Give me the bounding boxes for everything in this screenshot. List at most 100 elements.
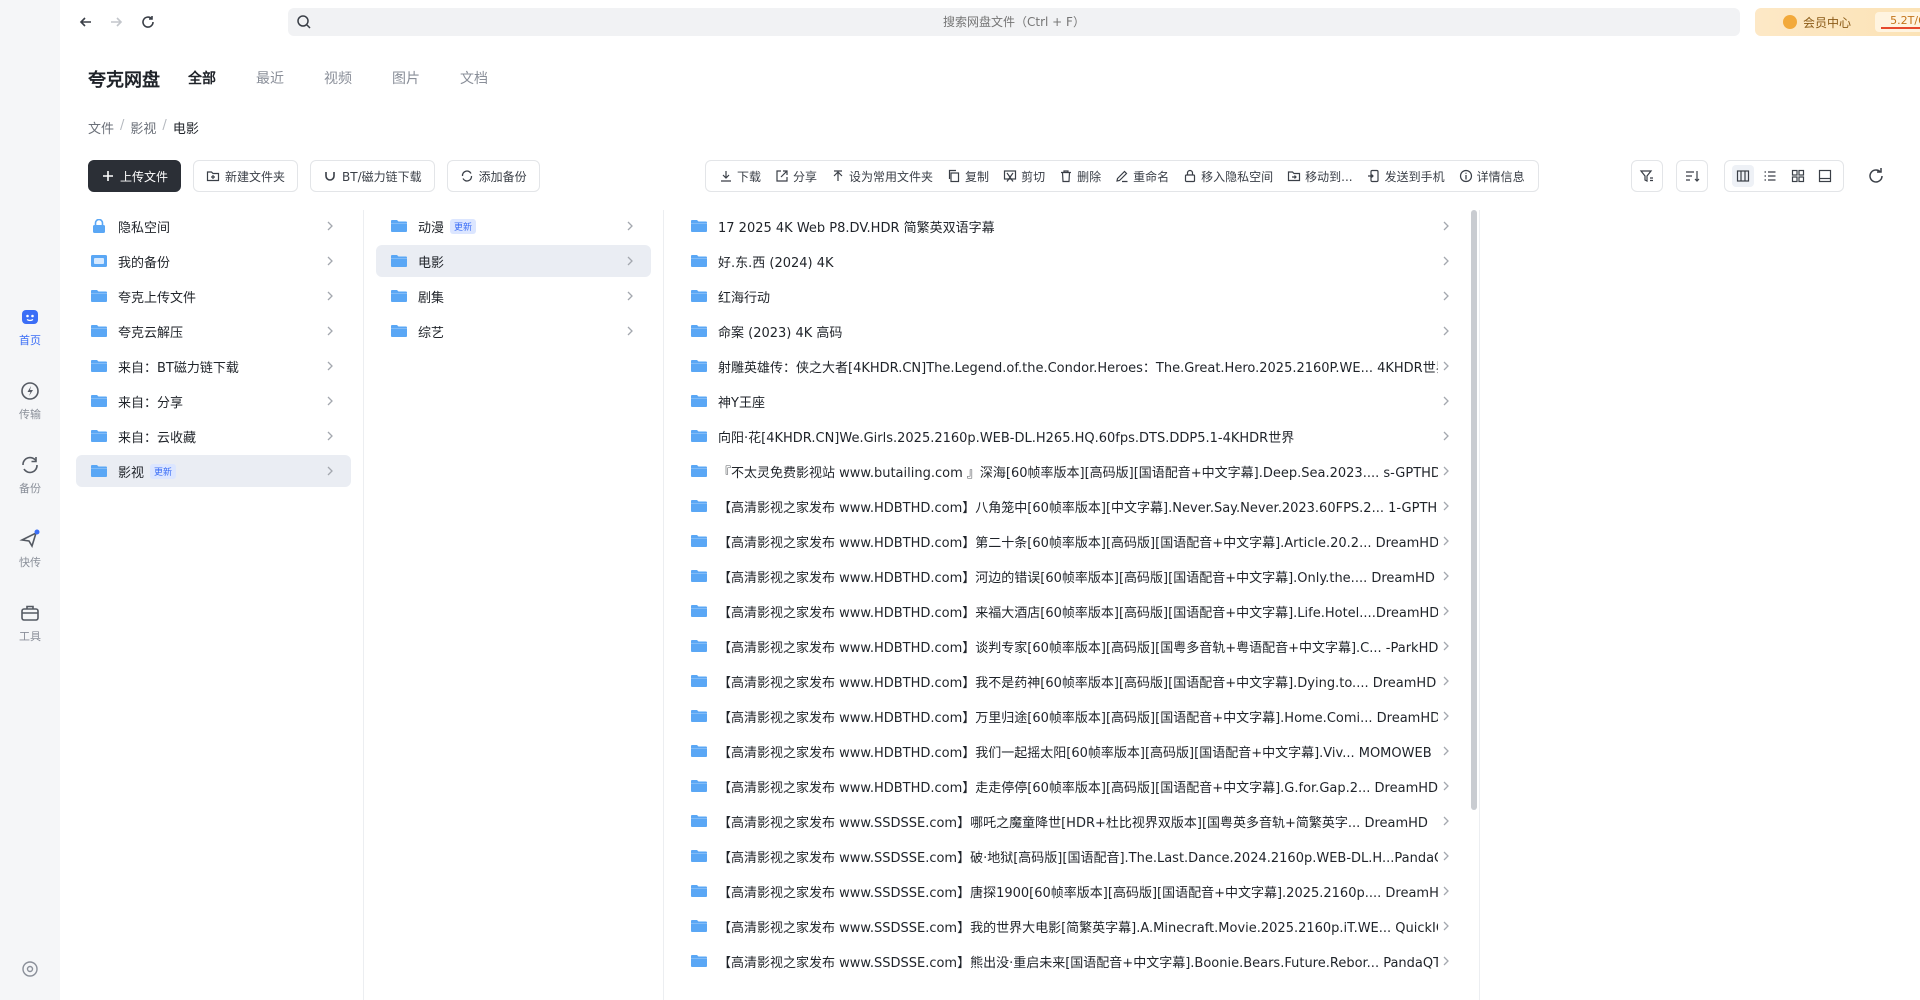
folder-row[interactable]: 【高清影视之家发布 www.HDBTHD.com】走走停停[60帧率版本][高码…	[676, 770, 1467, 802]
share-button[interactable]: 分享	[768, 168, 824, 185]
folder-row[interactable]: 夸克云解压	[76, 315, 351, 347]
download-button[interactable]: 下载	[712, 168, 768, 185]
folder-row[interactable]: 【高清影视之家发布 www.SSDSSE.com】哪吒之魔童降世[HDR+杜比视…	[676, 805, 1467, 837]
chevron-right-icon	[1443, 956, 1449, 966]
folder-icon	[691, 430, 707, 442]
chevron-right-icon	[327, 256, 333, 266]
folder-icon	[691, 500, 707, 512]
folder-row[interactable]: 【高清影视之家发布 www.HDBTHD.com】河边的错误[60帧率版本][高…	[676, 560, 1467, 592]
scrollbar[interactable]	[1471, 210, 1477, 810]
view-large-button[interactable]	[1814, 165, 1836, 187]
folder-row[interactable]: 【高清影视之家发布 www.HDBTHD.com】来福大酒店[60帧率版本][高…	[676, 595, 1467, 627]
rail-tools[interactable]: 工具	[0, 602, 60, 644]
upload-button[interactable]: 上传文件	[88, 160, 182, 192]
breadcrumb-files[interactable]: 文件	[88, 118, 114, 137]
back-button[interactable]	[74, 10, 98, 34]
folder-row[interactable]: 剧集	[376, 280, 651, 312]
chevron-right-icon	[1443, 256, 1449, 266]
folder-row[interactable]: 【高清影视之家发布 www.SSDSSE.com】破·地狱[高码版][国语配音]…	[676, 840, 1467, 872]
folder-row[interactable]: 【高清影视之家发布 www.HDBTHD.com】万里归途[60帧率版本][高码…	[676, 700, 1467, 732]
sort-icon	[1686, 171, 1700, 182]
folder-row[interactable]: 电影	[376, 245, 651, 277]
folder-row[interactable]: 隐私空间	[76, 210, 351, 242]
folder-row[interactable]: 来自：BT磁力链下载	[76, 350, 351, 382]
settings-icon[interactable]	[19, 958, 41, 980]
set-favorite-button[interactable]: 设为常用文件夹	[824, 168, 940, 185]
tab-recent[interactable]: 最近	[256, 68, 284, 88]
rail-home[interactable]: 首页	[0, 306, 60, 348]
folder-row[interactable]: 向阳·花[4KHDR.CN]We.Girls.2025.2160p.WEB-DL…	[676, 420, 1467, 452]
move-to-button[interactable]: 移动到...	[1280, 168, 1359, 185]
folder-row[interactable]: 射雕英雄传：侠之大者[4KHDR.CN]The.Legend.of.the.Co…	[676, 350, 1467, 382]
tab-all[interactable]: 全部	[188, 68, 216, 88]
search-box[interactable]	[288, 8, 1740, 36]
search-input[interactable]	[288, 8, 1740, 36]
reload-button[interactable]	[136, 10, 160, 34]
folder-row[interactable]: 神Y王座	[676, 385, 1467, 417]
folder-row[interactable]: 我的备份	[76, 245, 351, 277]
vip-center[interactable]: 会员中心 5.2T/6T	[1755, 8, 1920, 36]
folder-row[interactable]: 来自：分享	[76, 385, 351, 417]
folder-row[interactable]: 【高清影视之家发布 www.SSDSSE.com】唐探1900[60帧率版本][…	[676, 875, 1467, 907]
plus-icon	[103, 171, 113, 181]
rail-transfer[interactable]: 传输	[0, 380, 60, 422]
folder-row[interactable]: 动漫 更新	[376, 210, 651, 242]
chevron-right-icon	[627, 221, 633, 231]
new-folder-button[interactable]: 新建文件夹	[193, 160, 299, 192]
view-column-button[interactable]	[1731, 165, 1754, 187]
filter-button[interactable]	[1631, 160, 1663, 192]
add-backup-button[interactable]: 添加备份	[446, 160, 540, 192]
forward-button[interactable]	[104, 10, 128, 34]
folder-row[interactable]: 【高清影视之家发布 www.SSDSSE.com】熊出没·重启未来[国语配音+中…	[676, 945, 1467, 977]
breadcrumb-media[interactable]: 影视	[130, 118, 156, 137]
folder-row[interactable]: 17 2025 4K Web P8.DV.HDR 简繁英双语字幕	[676, 210, 1467, 242]
folder-row[interactable]: 【高清影视之家发布 www.HDBTHD.com】第二十条[60帧率版本][高码…	[676, 525, 1467, 557]
folder-row[interactable]: 【高清影视之家发布 www.HDBTHD.com】八角笼中[60帧率版本][中文…	[676, 490, 1467, 522]
folder-icon	[691, 675, 707, 687]
folder-row[interactable]: 综艺	[376, 315, 651, 347]
cut-label: 剪切	[1021, 169, 1046, 184]
bt-download-button[interactable]: BT/磁力链下载	[310, 160, 435, 192]
send-to-phone-button[interactable]: 发送到手机	[1360, 168, 1452, 185]
storage-quota[interactable]: 5.2T/6T	[1875, 12, 1920, 32]
breadcrumb-movies: 电影	[172, 122, 199, 137]
folder-row[interactable]: 【高清影视之家发布 www.HDBTHD.com】我们一起摇太阳[60帧率版本]…	[676, 735, 1467, 767]
folder-row[interactable]: 『不太灵免费影视站 www.butailing.com 』深海[60帧率版本][…	[676, 455, 1467, 487]
rail-backup[interactable]: 备份	[0, 454, 60, 496]
coin-icon	[1783, 15, 1797, 29]
refresh-icon[interactable]	[1866, 166, 1886, 186]
view-list-button[interactable]	[1759, 165, 1781, 187]
tab-doc[interactable]: 文档	[460, 68, 488, 88]
trash-icon	[1061, 170, 1072, 183]
move-to-label: 移动到...	[1305, 169, 1353, 184]
move-private-button[interactable]: 移入隐私空间	[1176, 168, 1280, 185]
send-to-phone-label: 发送到手机	[1384, 169, 1445, 184]
folder-row[interactable]: 【高清影视之家发布 www.HDBTHD.com】我不是药神[60帧率版本][高…	[676, 665, 1467, 697]
column-view-icon	[1736, 170, 1749, 182]
details-button[interactable]: 详情信息	[1452, 168, 1532, 185]
delete-button[interactable]: 删除	[1052, 168, 1108, 185]
chevron-right-icon	[627, 326, 633, 336]
chevron-right-icon	[1443, 326, 1449, 336]
folder-row[interactable]: 命案 (2023) 4K 高码	[676, 315, 1467, 347]
folder-row[interactable]: 红海行动	[676, 280, 1467, 312]
magnet-icon	[325, 172, 335, 181]
tab-image[interactable]: 图片	[392, 68, 420, 88]
folder-row[interactable]: 好.东.西 (2024) 4K	[676, 245, 1467, 277]
folder-row[interactable]: 【高清影视之家发布 www.SSDSSE.com】我的世界大电影[简繁英字幕].…	[676, 910, 1467, 942]
tab-video[interactable]: 视频	[324, 68, 352, 88]
rename-button[interactable]: 重命名	[1108, 168, 1176, 185]
folder-name: 电影	[418, 255, 445, 271]
chevron-right-icon	[1443, 676, 1449, 686]
folder-row[interactable]: 【高清影视之家发布 www.HDBTHD.com】谈判专家[60帧率版本][高码…	[676, 630, 1467, 662]
copy-label: 复制	[965, 169, 990, 184]
copy-button[interactable]: 复制	[940, 168, 996, 185]
sort-button[interactable]	[1676, 160, 1708, 192]
folder-row[interactable]: 影视 更新	[76, 455, 351, 487]
rail-quick-send[interactable]: 快传	[0, 528, 60, 570]
view-grid-button[interactable]	[1787, 165, 1809, 187]
share-icon	[776, 170, 788, 182]
folder-row[interactable]: 夸克上传文件	[76, 280, 351, 312]
cut-button[interactable]: 剪切	[996, 168, 1052, 185]
folder-row[interactable]: 来自：云收藏	[76, 420, 351, 452]
